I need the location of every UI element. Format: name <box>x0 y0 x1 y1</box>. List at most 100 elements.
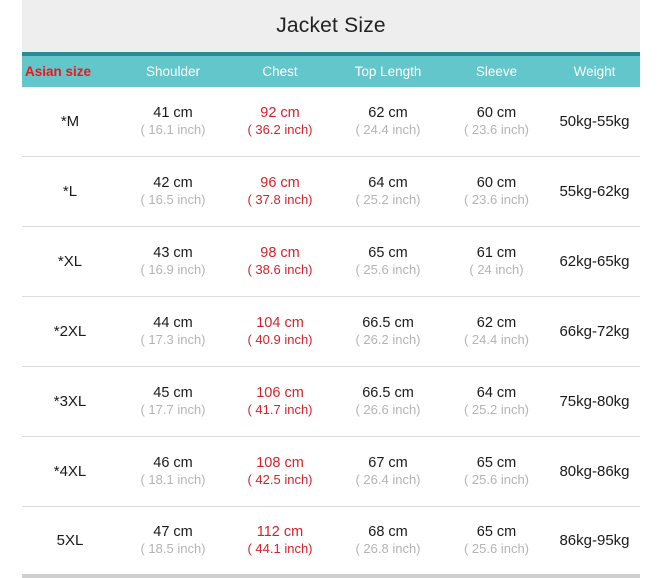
shoulder-inch-value: ( 17.3 inch) <box>118 332 228 349</box>
sleeve-cm-value: 60 cm <box>444 174 549 193</box>
chest-cell: 96 cm( 37.8 inch) <box>228 174 332 209</box>
chest-cell: 108 cm( 42.5 inch) <box>228 454 332 489</box>
sleeve-inch-value: ( 25.6 inch) <box>444 472 549 489</box>
top-length-inch-value: ( 26.8 inch) <box>332 541 444 558</box>
top-length-cell: 66.5 cm( 26.2 inch) <box>332 314 444 349</box>
top-length-cm-value: 64 cm <box>332 174 444 193</box>
chest-inch-value: ( 44.1 inch) <box>228 541 332 558</box>
chest-inch-value: ( 38.6 inch) <box>228 262 332 279</box>
shoulder-cm-value: 45 cm <box>118 384 228 403</box>
shoulder-cell: 44 cm( 17.3 inch) <box>118 314 228 349</box>
sleeve-inch-value: ( 24.4 inch) <box>444 332 549 349</box>
table-header-row: Asian size Shoulder Chest Top Length Sle… <box>22 52 640 87</box>
table-row: *4XL46 cm( 18.1 inch)108 cm( 42.5 inch)6… <box>22 437 640 507</box>
shoulder-cm-value: 46 cm <box>118 454 228 473</box>
top-length-cm-value: 62 cm <box>332 104 444 123</box>
chest-cm-value: 98 cm <box>228 244 332 263</box>
weight-cell: 55kg-62kg <box>549 182 640 201</box>
size-label-cell: *L <box>22 182 118 201</box>
chest-cm-value: 104 cm <box>228 314 332 333</box>
chest-cell: 104 cm( 40.9 inch) <box>228 314 332 349</box>
table-row: *M41 cm( 16.1 inch)92 cm( 36.2 inch)62 c… <box>22 87 640 157</box>
chest-inch-value: ( 37.8 inch) <box>228 192 332 209</box>
top-length-inch-value: ( 26.2 inch) <box>332 332 444 349</box>
chest-cell: 92 cm( 36.2 inch) <box>228 104 332 139</box>
table-body: *M41 cm( 16.1 inch)92 cm( 36.2 inch)62 c… <box>22 87 640 578</box>
size-label-cell: *2XL <box>22 322 118 341</box>
chest-inch-value: ( 41.7 inch) <box>228 402 332 419</box>
chest-inch-value: ( 36.2 inch) <box>228 122 332 139</box>
top-length-cell: 65 cm( 25.6 inch) <box>332 244 444 279</box>
chest-cm-value: 96 cm <box>228 174 332 193</box>
top-length-inch-value: ( 26.6 inch) <box>332 402 444 419</box>
sleeve-cell: 65 cm( 25.6 inch) <box>444 523 549 558</box>
top-length-cm-value: 66.5 cm <box>332 314 444 333</box>
sleeve-cm-value: 60 cm <box>444 104 549 123</box>
size-label-cell: *3XL <box>22 392 118 411</box>
shoulder-inch-value: ( 17.7 inch) <box>118 402 228 419</box>
size-label-cell: *XL <box>22 252 118 271</box>
top-length-cell: 64 cm( 25.2 inch) <box>332 174 444 209</box>
sleeve-cm-value: 64 cm <box>444 384 549 403</box>
sleeve-cell: 60 cm( 23.6 inch) <box>444 104 549 139</box>
column-header-sleeve: Sleeve <box>444 64 549 79</box>
shoulder-inch-value: ( 18.5 inch) <box>118 541 228 558</box>
sleeve-cell: 61 cm( 24 inch) <box>444 244 549 279</box>
shoulder-cm-value: 44 cm <box>118 314 228 333</box>
top-length-cell: 62 cm( 24.4 inch) <box>332 104 444 139</box>
top-length-inch-value: ( 26.4 inch) <box>332 472 444 489</box>
sleeve-cell: 60 cm( 23.6 inch) <box>444 174 549 209</box>
column-header-shoulder: Shoulder <box>118 64 228 79</box>
weight-cell: 75kg-80kg <box>549 392 640 411</box>
column-header-asian-size: Asian size <box>22 64 118 79</box>
shoulder-cm-value: 41 cm <box>118 104 228 123</box>
chart-title: Jacket Size <box>22 0 640 52</box>
sleeve-inch-value: ( 25.6 inch) <box>444 541 549 558</box>
shoulder-cell: 42 cm( 16.5 inch) <box>118 174 228 209</box>
chest-cell: 98 cm( 38.6 inch) <box>228 244 332 279</box>
chest-cm-value: 112 cm <box>228 523 332 542</box>
size-label-cell: *M <box>22 112 118 131</box>
table-row: 5XL47 cm( 18.5 inch)112 cm( 44.1 inch)68… <box>22 507 640 578</box>
sleeve-cell: 62 cm( 24.4 inch) <box>444 314 549 349</box>
shoulder-inch-value: ( 16.9 inch) <box>118 262 228 279</box>
top-length-inch-value: ( 25.2 inch) <box>332 192 444 209</box>
weight-cell: 62kg-65kg <box>549 252 640 271</box>
sleeve-inch-value: ( 23.6 inch) <box>444 192 549 209</box>
top-length-cell: 68 cm( 26.8 inch) <box>332 523 444 558</box>
sleeve-inch-value: ( 24 inch) <box>444 262 549 279</box>
table-row: *XL43 cm( 16.9 inch)98 cm( 38.6 inch)65 … <box>22 227 640 297</box>
shoulder-inch-value: ( 18.1 inch) <box>118 472 228 489</box>
column-header-chest: Chest <box>228 64 332 79</box>
sleeve-cm-value: 65 cm <box>444 523 549 542</box>
column-header-weight: Weight <box>549 64 640 79</box>
top-length-cell: 66.5 cm( 26.6 inch) <box>332 384 444 419</box>
top-length-cm-value: 67 cm <box>332 454 444 473</box>
chest-cm-value: 92 cm <box>228 104 332 123</box>
top-length-inch-value: ( 24.4 inch) <box>332 122 444 139</box>
shoulder-cm-value: 47 cm <box>118 523 228 542</box>
shoulder-cm-value: 42 cm <box>118 174 228 193</box>
shoulder-cell: 47 cm( 18.5 inch) <box>118 523 228 558</box>
sleeve-cm-value: 65 cm <box>444 454 549 473</box>
top-length-cm-value: 66.5 cm <box>332 384 444 403</box>
weight-cell: 50kg-55kg <box>549 112 640 131</box>
top-length-inch-value: ( 25.6 inch) <box>332 262 444 279</box>
table-row: *2XL44 cm( 17.3 inch)104 cm( 40.9 inch)6… <box>22 297 640 367</box>
shoulder-cell: 45 cm( 17.7 inch) <box>118 384 228 419</box>
weight-cell: 86kg-95kg <box>549 531 640 550</box>
shoulder-inch-value: ( 16.5 inch) <box>118 192 228 209</box>
shoulder-inch-value: ( 16.1 inch) <box>118 122 228 139</box>
top-length-cm-value: 68 cm <box>332 523 444 542</box>
chest-cm-value: 108 cm <box>228 454 332 473</box>
chest-cell: 106 cm( 41.7 inch) <box>228 384 332 419</box>
sleeve-inch-value: ( 25.2 inch) <box>444 402 549 419</box>
chest-cm-value: 106 cm <box>228 384 332 403</box>
top-length-cm-value: 65 cm <box>332 244 444 263</box>
column-header-top-length: Top Length <box>332 64 444 79</box>
chest-inch-value: ( 40.9 inch) <box>228 332 332 349</box>
size-chart-table: Jacket Size Asian size Shoulder Chest To… <box>22 0 640 564</box>
sleeve-inch-value: ( 23.6 inch) <box>444 122 549 139</box>
sleeve-cell: 64 cm( 25.2 inch) <box>444 384 549 419</box>
chest-inch-value: ( 42.5 inch) <box>228 472 332 489</box>
